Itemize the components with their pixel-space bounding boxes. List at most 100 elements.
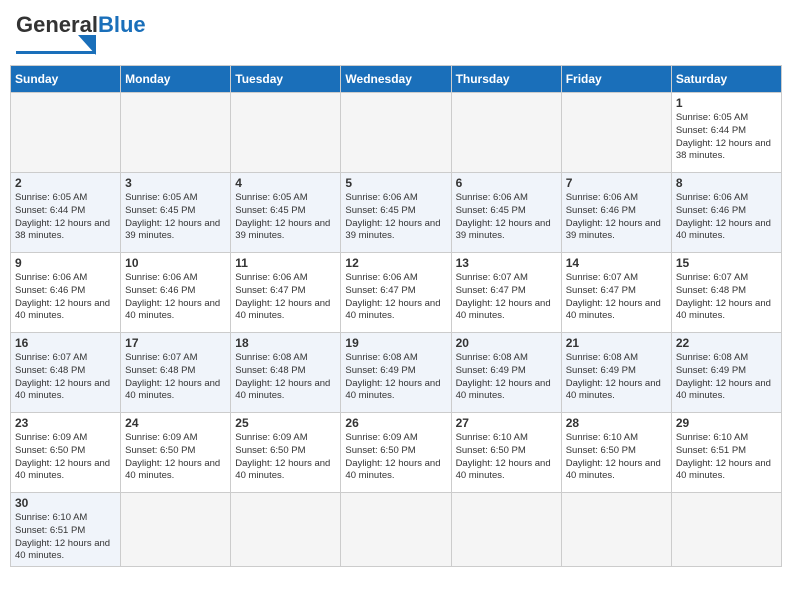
day-number: 29: [676, 416, 777, 430]
calendar-cell: [451, 493, 561, 567]
day-info: Sunrise: 6:09 AM Sunset: 6:50 PM Dayligh…: [235, 432, 336, 483]
day-number: 19: [345, 336, 446, 350]
calendar-cell: [11, 93, 121, 173]
weekday-friday: Friday: [561, 66, 671, 93]
calendar-cell: 1 Sunrise: 6:05 AM Sunset: 6:44 PM Daylig…: [671, 93, 781, 173]
calendar-week-2: 2 Sunrise: 6:05 AM Sunset: 6:44 PM Daylig…: [11, 173, 782, 253]
calendar-cell: 24Sunrise: 6:09 AM Sunset: 6:50 PM Dayli…: [121, 413, 231, 493]
calendar-cell: 21 Sunrise: 6:08 AM Sunset: 6:49 PM Dayli…: [561, 333, 671, 413]
calendar-cell: 9 Sunrise: 6:06 AM Sunset: 6:46 PM Daylig…: [11, 253, 121, 333]
day-number: 30: [15, 496, 116, 510]
day-info: Sunrise: 6:10 AM Sunset: 6:51 PM Dayligh…: [676, 432, 777, 483]
calendar-cell: 18Sunrise: 6:08 AM Sunset: 6:48 PM Dayli…: [231, 333, 341, 413]
calendar-week-1: 1 Sunrise: 6:05 AM Sunset: 6:44 PM Daylig…: [11, 93, 782, 173]
calendar-cell: [561, 93, 671, 173]
day-number: 3: [125, 176, 226, 190]
day-info: Sunrise: 6:08 AM Sunset: 6:49 PM Dayligh…: [566, 352, 667, 403]
day-number: 14: [566, 256, 667, 270]
weekday-wednesday: Wednesday: [341, 66, 451, 93]
calendar-cell: 26Sunrise: 6:09 AM Sunset: 6:50 PM Dayli…: [341, 413, 451, 493]
calendar-body: 1 Sunrise: 6:05 AM Sunset: 6:44 PM Daylig…: [11, 93, 782, 567]
weekday-sunday: Sunday: [11, 66, 121, 93]
calendar-cell: 11Sunrise: 6:06 AM Sunset: 6:47 PM Dayli…: [231, 253, 341, 333]
day-number: 8: [676, 176, 777, 190]
calendar-cell: 6 Sunrise: 6:06 AM Sunset: 6:45 PM Daylig…: [451, 173, 561, 253]
logo-text: GeneralBlue: [16, 12, 146, 37]
calendar-cell: 4 Sunrise: 6:05 AM Sunset: 6:45 PM Daylig…: [231, 173, 341, 253]
calendar-cell: 12 Sunrise: 6:06 AM Sunset: 6:47 PM Dayli…: [341, 253, 451, 333]
calendar-cell: 15Sunrise: 6:07 AM Sunset: 6:48 PM Dayli…: [671, 253, 781, 333]
day-number: 7: [566, 176, 667, 190]
day-info: Sunrise: 6:06 AM Sunset: 6:45 PM Dayligh…: [456, 192, 557, 243]
calendar-cell: 25 Sunrise: 6:09 AM Sunset: 6:50 PM Dayli…: [231, 413, 341, 493]
day-info: Sunrise: 6:05 AM Sunset: 6:45 PM Dayligh…: [125, 192, 226, 243]
day-info: Sunrise: 6:07 AM Sunset: 6:47 PM Dayligh…: [566, 272, 667, 323]
day-number: 25: [235, 416, 336, 430]
day-info: Sunrise: 6:05 AM Sunset: 6:45 PM Dayligh…: [235, 192, 336, 243]
day-number: 13: [456, 256, 557, 270]
day-number: 5: [345, 176, 446, 190]
day-number: 24: [125, 416, 226, 430]
day-info: Sunrise: 6:07 AM Sunset: 6:48 PM Dayligh…: [676, 272, 777, 323]
day-info: Sunrise: 6:06 AM Sunset: 6:46 PM Dayligh…: [676, 192, 777, 243]
calendar-cell: 8 Sunrise: 6:06 AM Sunset: 6:46 PM Daylig…: [671, 173, 781, 253]
calendar-cell: [121, 93, 231, 173]
calendar-cell: 19Sunrise: 6:08 AM Sunset: 6:49 PM Dayli…: [341, 333, 451, 413]
calendar-cell: [671, 493, 781, 567]
weekday-monday: Monday: [121, 66, 231, 93]
day-number: 6: [456, 176, 557, 190]
day-info: Sunrise: 6:10 AM Sunset: 6:51 PM Dayligh…: [15, 512, 116, 563]
weekday-header-row: SundayMondayTuesdayWednesdayThursdayFrid…: [11, 66, 782, 93]
calendar-cell: [341, 93, 451, 173]
day-info: Sunrise: 6:06 AM Sunset: 6:47 PM Dayligh…: [345, 272, 446, 323]
day-info: Sunrise: 6:07 AM Sunset: 6:47 PM Dayligh…: [456, 272, 557, 323]
calendar-cell: [121, 493, 231, 567]
calendar-cell: 30 Sunrise: 6:10 AM Sunset: 6:51 PM Dayli…: [11, 493, 121, 567]
day-number: 26: [345, 416, 446, 430]
calendar-cell: 27 Sunrise: 6:10 AM Sunset: 6:50 PM Dayli…: [451, 413, 561, 493]
day-number: 9: [15, 256, 116, 270]
day-info: Sunrise: 6:06 AM Sunset: 6:47 PM Dayligh…: [235, 272, 336, 323]
day-number: 23: [15, 416, 116, 430]
calendar-header: GeneralBlue: [10, 10, 782, 59]
calendar-week-3: 9 Sunrise: 6:06 AM Sunset: 6:46 PM Daylig…: [11, 253, 782, 333]
day-info: Sunrise: 6:05 AM Sunset: 6:44 PM Dayligh…: [676, 112, 777, 163]
calendar-cell: [451, 93, 561, 173]
day-number: 2: [15, 176, 116, 190]
calendar-week-6: 30 Sunrise: 6:10 AM Sunset: 6:51 PM Dayli…: [11, 493, 782, 567]
day-number: 4: [235, 176, 336, 190]
day-number: 10: [125, 256, 226, 270]
calendar-cell: 2 Sunrise: 6:05 AM Sunset: 6:44 PM Daylig…: [11, 173, 121, 253]
day-info: Sunrise: 6:07 AM Sunset: 6:48 PM Dayligh…: [125, 352, 226, 403]
calendar-cell: 23Sunrise: 6:09 AM Sunset: 6:50 PM Dayli…: [11, 413, 121, 493]
day-number: 21: [566, 336, 667, 350]
day-info: Sunrise: 6:10 AM Sunset: 6:50 PM Dayligh…: [566, 432, 667, 483]
calendar-week-4: 16Sunrise: 6:07 AM Sunset: 6:48 PM Dayli…: [11, 333, 782, 413]
day-info: Sunrise: 6:08 AM Sunset: 6:49 PM Dayligh…: [456, 352, 557, 403]
day-number: 12: [345, 256, 446, 270]
day-number: 1: [676, 96, 777, 110]
day-number: 22: [676, 336, 777, 350]
day-info: Sunrise: 6:08 AM Sunset: 6:49 PM Dayligh…: [676, 352, 777, 403]
calendar-cell: 22 Sunrise: 6:08 AM Sunset: 6:49 PM Dayli…: [671, 333, 781, 413]
day-number: 17: [125, 336, 226, 350]
day-number: 27: [456, 416, 557, 430]
calendar-cell: 16Sunrise: 6:07 AM Sunset: 6:48 PM Dayli…: [11, 333, 121, 413]
day-info: Sunrise: 6:06 AM Sunset: 6:46 PM Dayligh…: [125, 272, 226, 323]
day-info: Sunrise: 6:06 AM Sunset: 6:46 PM Dayligh…: [566, 192, 667, 243]
day-info: Sunrise: 6:08 AM Sunset: 6:48 PM Dayligh…: [235, 352, 336, 403]
day-number: 28: [566, 416, 667, 430]
day-info: Sunrise: 6:05 AM Sunset: 6:44 PM Dayligh…: [15, 192, 116, 243]
calendar-cell: [231, 93, 341, 173]
calendar-cell: 13 Sunrise: 6:07 AM Sunset: 6:47 PM Dayli…: [451, 253, 561, 333]
calendar-cell: 10 Sunrise: 6:06 AM Sunset: 6:46 PM Dayli…: [121, 253, 231, 333]
calendar-cell: 7 Sunrise: 6:06 AM Sunset: 6:46 PM Daylig…: [561, 173, 671, 253]
calendar-week-5: 23 Sunrise: 6:09 AM Sunset: 6:50 PM Dayli…: [11, 413, 782, 493]
calendar-cell: 3 Sunrise: 6:05 AM Sunset: 6:45 PM Daylig…: [121, 173, 231, 253]
day-info: Sunrise: 6:06 AM Sunset: 6:46 PM Dayligh…: [15, 272, 116, 323]
day-info: Sunrise: 6:06 AM Sunset: 6:45 PM Dayligh…: [345, 192, 446, 243]
day-info: Sunrise: 6:10 AM Sunset: 6:50 PM Dayligh…: [456, 432, 557, 483]
calendar-cell: [231, 493, 341, 567]
calendar-cell: 29 Sunrise: 6:10 AM Sunset: 6:51 PM Dayli…: [671, 413, 781, 493]
calendar-table: SundayMondayTuesdayWednesdayThursdayFrid…: [10, 65, 782, 567]
